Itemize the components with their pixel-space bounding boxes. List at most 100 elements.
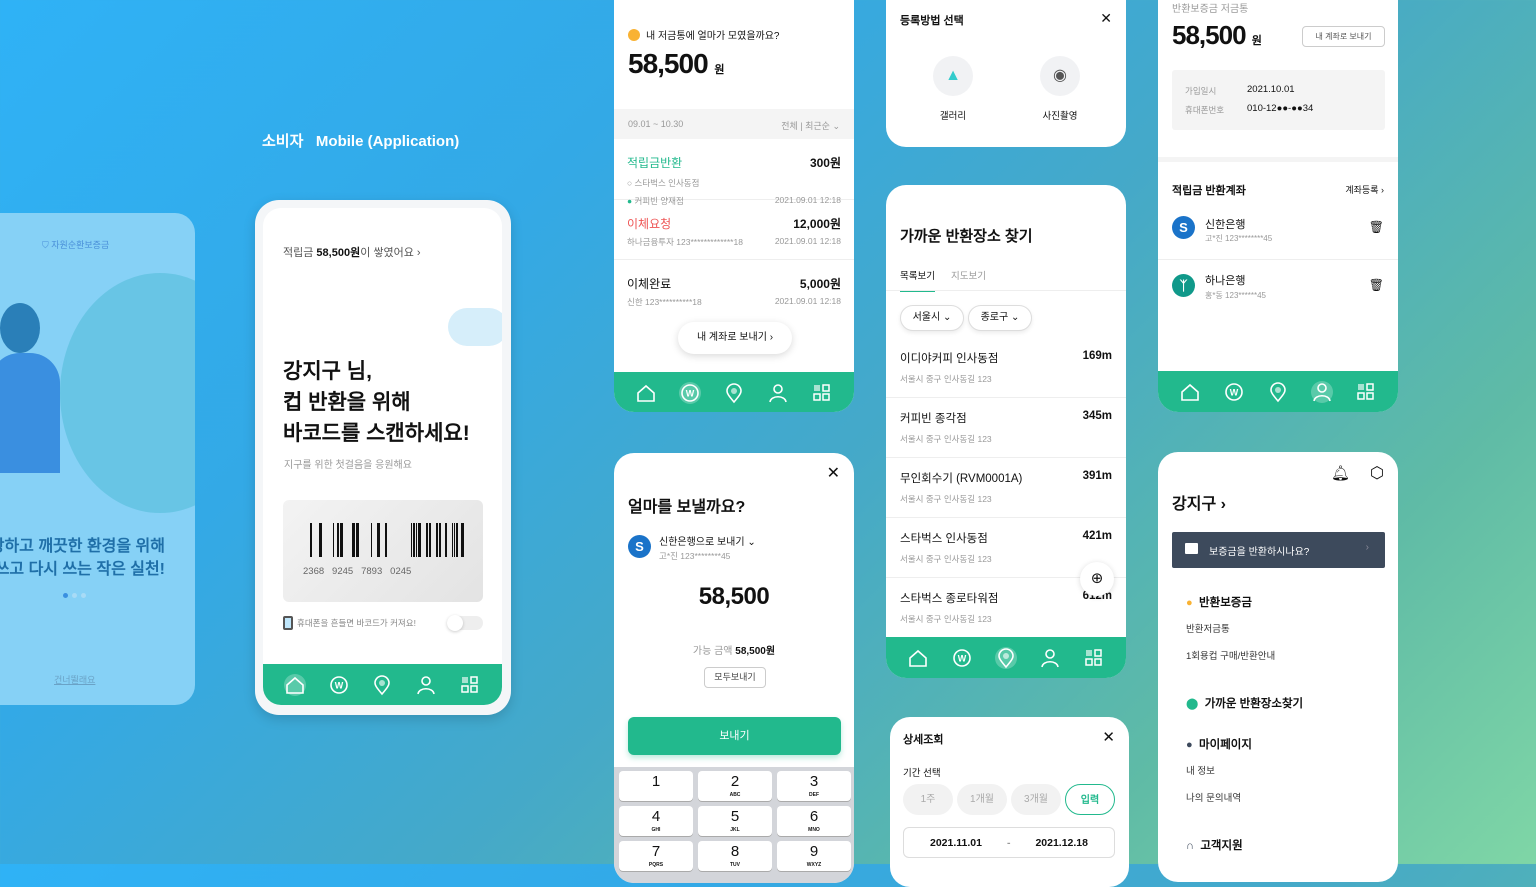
grid-menu-icon[interactable]	[1083, 647, 1105, 669]
user-icon[interactable]	[1311, 380, 1333, 403]
home-icon[interactable]	[907, 647, 929, 669]
close-icon[interactable]: ✕	[1102, 728, 1115, 746]
skip-link[interactable]: 건너뛸래요	[54, 673, 95, 686]
available-amount: 가능 금액 58,500원	[692, 646, 776, 657]
bank-select-dropdown[interactable]: 신한은행으로 보내기 ⌄	[659, 533, 756, 548]
savings-summary-link[interactable]: 적립금 58,500원이 쌓였어요 ›	[283, 244, 421, 260]
current-location-button[interactable]: ⊕	[1080, 562, 1114, 596]
home-icon[interactable]	[1179, 381, 1201, 403]
keypad-key[interactable]: 9 WXYZ	[777, 841, 851, 871]
send-to-account-button[interactable]: 내 계좌로 보내기 ›	[678, 322, 792, 354]
location-pin-icon[interactable]	[371, 674, 393, 696]
section-header: 소비자 Mobile (Application)	[262, 130, 459, 151]
send-all-button[interactable]: 모두보내기	[704, 667, 766, 688]
keypad-key[interactable]: 7 PQRS	[619, 841, 693, 871]
delete-icon[interactable]: 🗑	[1369, 220, 1384, 234]
keypad-key[interactable]: 4 GHI	[619, 806, 693, 836]
period-option[interactable]: 1주	[903, 784, 953, 815]
place-item[interactable]: 이디야커피 인사동점 169m 서울시 중구 인사동길 123	[886, 338, 1126, 398]
greeting-subtext: 지구를 위한 첫걸음을 응원해요	[284, 460, 412, 471]
menu-section-1[interactable]: ⬤ 가까운 반환장소찾기	[1186, 695, 1303, 711]
city-dropdown[interactable]: 서울시 ⌄	[900, 305, 964, 331]
camera-icon[interactable]: ◉	[1040, 56, 1080, 96]
keypad-key[interactable]: 2 ABC	[698, 771, 772, 801]
won-icon[interactable]: W	[679, 381, 701, 404]
svg-text:W: W	[334, 680, 343, 690]
grid-menu-icon[interactable]	[811, 382, 833, 404]
camera-label[interactable]: 사진촬영	[1030, 108, 1090, 122]
my-account-screen: 반환보증금 저금통 58,500 원 내 계좌로 보내기 가입일시 2021.10…	[1158, 0, 1398, 412]
date-range[interactable]: 09.01 ~ 10.30	[628, 119, 683, 129]
svg-text:W: W	[1230, 387, 1239, 397]
page-indicator	[63, 593, 86, 598]
won-icon[interactable]: W	[328, 674, 350, 696]
menu-item[interactable]: 1회용컵 구매/반환안내	[1186, 648, 1275, 662]
period-option[interactable]: 3개월	[1011, 784, 1061, 815]
menu-section-0[interactable]: ● 반환보증금	[1186, 594, 1252, 610]
grid-menu-icon[interactable]	[459, 674, 481, 696]
savings-label: 반환보증금 저금통	[1172, 4, 1249, 15]
user-icon[interactable]	[1039, 647, 1061, 669]
send-to-account-button[interactable]: 내 계좌로 보내기	[1302, 26, 1385, 47]
close-icon[interactable]: ✕	[1100, 10, 1112, 27]
close-icon[interactable]: ✕	[827, 463, 840, 483]
register-account-link[interactable]: 계좌등록 ›	[1345, 183, 1384, 196]
period-label: 기간 선택	[903, 768, 941, 779]
menu-item[interactable]: 나의 문의내역	[1186, 790, 1241, 804]
return-deposit-banner[interactable]: 보증금을 반환하시나요? ›	[1172, 532, 1385, 568]
user-icon[interactable]	[415, 674, 437, 696]
keypad-key[interactable]: 3 DEF	[777, 771, 851, 801]
place-item[interactable]: 커피빈 종각점 345m 서울시 중구 인사동길 123	[886, 398, 1126, 458]
district-dropdown[interactable]: 종로구 ⌄	[968, 305, 1032, 331]
audience-label: 소비자	[262, 133, 304, 150]
barcode-bar	[452, 523, 453, 557]
menu-section-3[interactable]: ∩ 고객지원	[1186, 837, 1243, 853]
period-option[interactable]: 입력	[1065, 784, 1115, 815]
menu-section-2[interactable]: ● 마이페이지	[1186, 736, 1252, 752]
amount-input[interactable]: 58,500	[614, 583, 854, 611]
tab-list-view[interactable]: 목록보기	[900, 268, 935, 292]
period-option[interactable]: 1개월	[957, 784, 1007, 815]
barcode-bar	[385, 523, 387, 557]
location-pin-icon[interactable]	[995, 646, 1017, 669]
gallery-icon[interactable]: ▲	[933, 56, 973, 96]
gallery-label[interactable]: 갤러리	[923, 108, 983, 122]
history-item[interactable]: 적립금반환 300원 ○ 스타벅스 인사동점 ● 커피빈 양재점 2021.09…	[614, 139, 854, 206]
profile-link[interactable]: 강지구 ›	[1172, 490, 1226, 514]
savings-total: 58,500 원	[1172, 20, 1262, 50]
grid-menu-icon[interactable]	[1355, 381, 1377, 403]
won-icon[interactable]: W	[951, 647, 973, 669]
home-icon[interactable]	[635, 382, 657, 404]
won-icon[interactable]: W	[1223, 381, 1245, 403]
location-pin-icon[interactable]	[723, 382, 745, 404]
date-range-input[interactable]: 2021.11.01-2021.12.18	[903, 827, 1115, 858]
keypad-key[interactable]: 5 JKL	[698, 806, 772, 836]
menu-item[interactable]: 내 정보	[1186, 763, 1215, 777]
delete-icon[interactable]: 🗑	[1369, 278, 1384, 292]
bank-account-item[interactable]: ᛉ 하나은행 홍*동 123******45 🗑	[1158, 260, 1398, 318]
location-pin-icon[interactable]	[1267, 381, 1289, 403]
bottom-nav: W	[263, 664, 502, 705]
user-icon[interactable]	[767, 382, 789, 404]
bank-account-item[interactable]: S 신한은행 고*진 123********45 🗑	[1158, 202, 1398, 260]
shake-toggle[interactable]	[447, 615, 483, 631]
earth-illustration	[60, 273, 195, 513]
barcode-number: 2368 9245 7893 0245	[303, 566, 412, 577]
menu-item[interactable]: 반환저금통	[1186, 621, 1230, 635]
history-item[interactable]: 이체요청 12,000원 하나금융투자 123*************18 2…	[614, 200, 854, 260]
barcode-icon	[1185, 543, 1198, 554]
barcode-bar	[356, 523, 359, 557]
home-icon[interactable]	[283, 673, 306, 696]
tab-map-view[interactable]: 지도보기	[951, 268, 986, 282]
place-item[interactable]: 무인회수기 (RVM0001A) 391m 서울시 중구 인사동길 123	[886, 458, 1126, 518]
bell-icon[interactable]: 🔔︎	[1331, 464, 1350, 482]
sort-dropdown[interactable]: 전체 | 최근순 ⌄	[781, 119, 840, 132]
keypad-key[interactable]: 1	[619, 771, 693, 801]
keypad-key[interactable]: 6 MNO	[777, 806, 851, 836]
history-item[interactable]: 이체완료 5,000원 신한 123**********18 2021.09.0…	[614, 260, 854, 320]
keypad-key[interactable]: 8 TUV	[698, 841, 772, 871]
barcode-card[interactable]: 2368 9245 7893 0245	[283, 500, 483, 602]
settings-icon[interactable]: ⬡	[1370, 463, 1384, 483]
savings-total: 58,500 원	[628, 48, 725, 79]
send-button[interactable]: 보내기	[628, 717, 841, 755]
